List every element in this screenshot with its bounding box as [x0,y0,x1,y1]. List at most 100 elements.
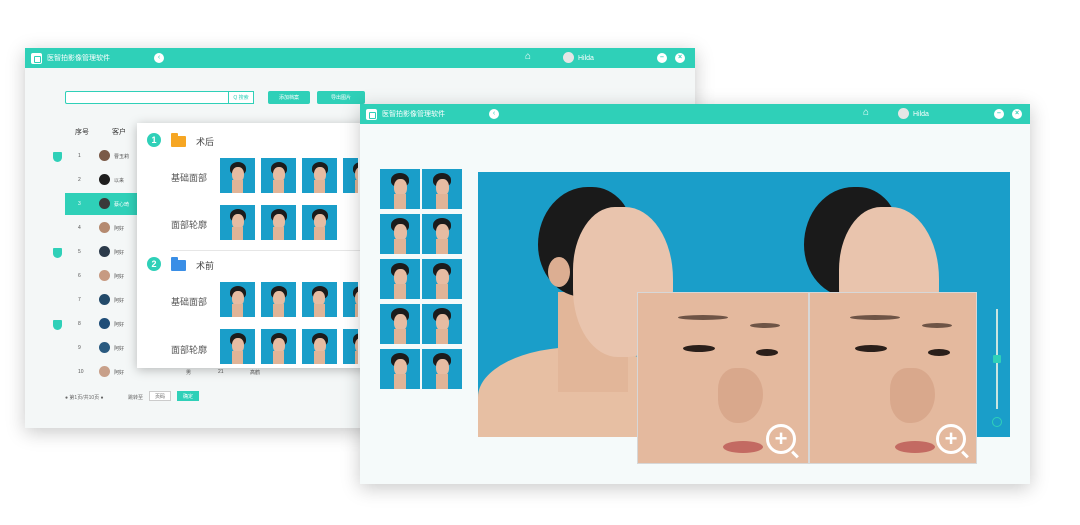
zoom-in-icon[interactable]: + [766,424,796,454]
photo-thumbnail[interactable] [261,158,296,193]
column-header-number: 序号 [75,129,89,136]
row-number: 5 [78,249,81,255]
section-1-label: 术后 [196,137,215,147]
section-2-badge: 2 [147,257,161,271]
avatar [99,366,110,377]
row-name: 阿好 [114,274,125,280]
folder-icon [171,133,186,147]
close-icon[interactable]: × [1012,109,1022,119]
home-icon[interactable]: ⌂ [525,51,531,62]
go-button[interactable]: 确定 [177,391,199,401]
photo-thumbnail[interactable] [343,158,358,193]
row-name: 阿好 [114,370,125,376]
row-number: 7 [78,297,81,303]
avatar [99,342,110,353]
photo-thumbnail[interactable] [261,282,296,317]
avatar [99,246,110,257]
user-name[interactable]: Hilda [913,111,929,118]
divider [171,250,371,251]
photo-thumbnail[interactable] [261,205,296,240]
photo-thumbnail[interactable] [422,259,462,299]
row-name: 蔡心琦 [114,202,130,208]
row-number: 9 [78,345,81,351]
avatar[interactable] [898,108,909,119]
photo-thumbnail[interactable] [380,304,420,344]
back-icon[interactable]: ‹ [489,109,499,119]
row-number: 10 [78,369,84,375]
row-name: 阿好 [114,250,125,256]
shield-icon [53,248,62,258]
row-gender: 男 [186,370,192,376]
photo-thumbnail[interactable] [380,169,420,209]
avatar [99,294,110,305]
avatar [99,150,110,161]
minimize-icon[interactable]: – [657,53,667,63]
zoom-icon[interactable] [992,417,1002,427]
section-1-badge: 1 [147,133,161,147]
pagination[interactable]: ● 第1页/共10页 ● [65,394,104,401]
user-name[interactable]: Hilda [578,55,594,62]
photo-thumbnail[interactable] [422,304,462,344]
avatar [99,270,110,281]
row-name: 阿好 [114,226,125,232]
row-number: 3 [78,201,81,207]
photo-thumbnail[interactable] [261,329,296,364]
logo-icon [31,52,42,64]
photo-thumbnail[interactable] [220,282,255,317]
photo-thumbnail[interactable] [380,214,420,254]
avatar [99,198,110,209]
row-name: 阿好 [114,298,125,304]
row-number: 4 [78,225,81,231]
goto-label: 跳转至 [128,395,144,401]
search-button[interactable]: Q 搜索 [228,91,254,104]
category-basic-face: 基础面部 [171,173,208,183]
row-number: 1 [78,153,81,159]
page-input[interactable]: 页码 [149,391,171,401]
avatar [99,174,110,185]
close-icon[interactable]: × [675,53,685,63]
photo-thumbnail[interactable] [380,259,420,299]
photo-thumbnail[interactable] [220,329,255,364]
photo-thumbnail[interactable] [220,158,255,193]
home-icon[interactable]: ⌂ [863,107,869,118]
row-name: 阿好 [114,346,125,352]
photo-thumbnail[interactable] [220,205,255,240]
avatar [99,318,110,329]
section-2-label: 术前 [196,261,215,271]
row-number: 8 [78,321,81,327]
photo-thumbnail[interactable] [422,214,462,254]
category-basic-face: 基础面部 [171,297,208,307]
row-name: 以来 [114,178,125,184]
row-name: 曹玉莉 [114,154,130,160]
shield-icon [53,320,62,330]
zoom-in-icon[interactable]: + [936,424,966,454]
photo-thumbnail[interactable] [422,349,462,389]
row-name: 阿好 [114,322,125,328]
title-bar: 医智拍影像管理软件 ‹ ⌂ Hilda – × [25,48,695,68]
photo-thumbnail[interactable] [343,329,358,364]
back-icon[interactable]: ‹ [154,53,164,63]
photo-thumbnail[interactable] [302,282,337,317]
title-bar: 医智拍影像管理软件 ‹ ⌂ Hilda – × [360,104,1030,124]
add-record-button[interactable]: 添加档案 [268,91,310,104]
column-header-client: 客户 [112,129,126,136]
photo-thumbnail[interactable] [302,329,337,364]
photo-thumbnail[interactable] [343,282,358,317]
avatar [99,222,110,233]
logo-icon [366,108,377,120]
export-images-button[interactable]: 导出图片 [317,91,365,104]
photo-category-popup: 1 术后 基础面部 面部轮廓 2 术前 基础面部 面部轮廓 [137,123,377,368]
photo-thumbnail[interactable] [380,349,420,389]
main-window-b: 医智拍影像管理软件 ‹ ⌂ Hilda – × + + [360,104,1030,484]
row-number: 6 [78,273,81,279]
search-input[interactable] [65,91,253,104]
photo-thumbnail[interactable] [302,205,337,240]
avatar[interactable] [563,52,574,63]
photo-thumbnail[interactable] [302,158,337,193]
zoom-slider-handle[interactable] [993,355,1001,363]
photo-thumbnail[interactable] [422,169,462,209]
shield-icon [53,152,62,162]
category-face-contour: 面部轮廓 [171,220,208,230]
row-age: 21 [218,369,224,375]
minimize-icon[interactable]: – [994,109,1004,119]
